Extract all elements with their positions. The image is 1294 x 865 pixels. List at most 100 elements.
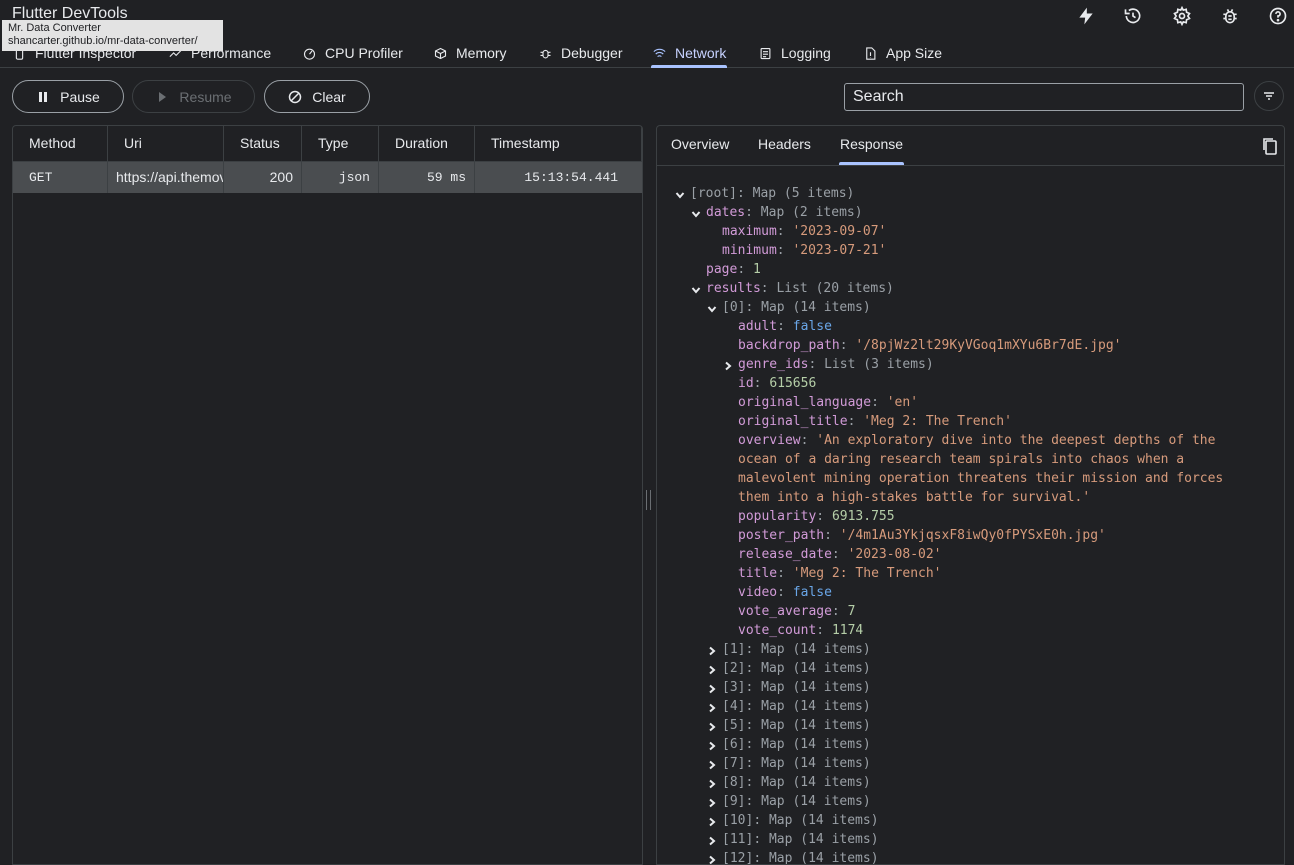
tree-node-item-11[interactable]: [11]: Map (14 items) xyxy=(722,830,879,849)
collapse-caret-icon[interactable] xyxy=(690,207,702,219)
tree-node-overview-cont: malevolent mining operation threatens th… xyxy=(738,471,1224,486)
resume-button[interactable]: Resume xyxy=(132,80,255,113)
tree-node-item-9[interactable]: [9]: Map (14 items) xyxy=(722,792,871,811)
search-input[interactable] xyxy=(844,83,1244,111)
tree-node-id: id: 615656 xyxy=(738,376,817,391)
tree-node-overview: overview: 'An exploratory dive into the … xyxy=(738,433,1216,448)
expand-caret-icon[interactable] xyxy=(706,758,718,770)
tree-node-vote-count: vote_count: 1174 xyxy=(738,623,864,638)
filter-icon xyxy=(1264,92,1274,100)
tree-node-item-1[interactable]: [1]: Map (14 items) xyxy=(722,640,871,659)
tab-network[interactable]: Network xyxy=(651,38,728,68)
tree-node-video: video: false xyxy=(738,585,832,600)
collapse-caret-icon[interactable] xyxy=(706,302,718,314)
tab-memory[interactable]: Memory xyxy=(433,38,507,68)
filter-button[interactable] xyxy=(1254,81,1284,111)
expand-caret-icon[interactable] xyxy=(706,644,718,656)
tab-logging[interactable]: Logging xyxy=(758,38,831,68)
cell-type: json xyxy=(302,162,379,193)
expand-caret-icon[interactable] xyxy=(706,682,718,694)
tree-node-poster-path: poster_path: '/4m1Au3YkjqsxF8iwQy0fPYSxE… xyxy=(738,528,1106,543)
logging-icon xyxy=(760,47,771,59)
tree-node-original-title: original_title: 'Meg 2: The Trench' xyxy=(738,414,1012,429)
expand-caret-icon[interactable] xyxy=(706,853,718,864)
tree-node-item-4[interactable]: [4]: Map (14 items) xyxy=(722,697,871,716)
cpu-profiler-icon xyxy=(303,48,316,60)
tab-app-size[interactable]: App Size xyxy=(863,38,942,68)
tree-node-dates[interactable]: dates: Map (2 items) xyxy=(706,203,863,222)
tree-node-results[interactable]: results: List (20 items) xyxy=(706,279,894,298)
tree-node-item-3[interactable]: [3]: Map (14 items) xyxy=(722,678,871,697)
debugger-icon xyxy=(540,49,551,58)
cell-status: 200 xyxy=(224,162,302,193)
requests-table: Method Uri Status Type Duration Timestam… xyxy=(12,125,643,865)
expand-caret-icon[interactable] xyxy=(706,739,718,751)
tree-node-popularity: popularity: 6913.755 xyxy=(738,509,895,524)
column-header-timestamp[interactable]: Timestamp xyxy=(475,126,642,161)
clear-button[interactable]: Clear xyxy=(264,80,370,113)
settings-icon[interactable] xyxy=(1170,4,1194,28)
tab-label: CPU Profiler xyxy=(325,45,403,61)
tree-node-item-10[interactable]: [10]: Map (14 items) xyxy=(722,811,879,830)
split-handle[interactable] xyxy=(646,490,651,510)
tree-node-maximum: maximum: '2023-09-07' xyxy=(722,224,887,239)
tooltip-url: shancarter.github.io/mr-data-converter/ xyxy=(8,35,198,47)
expand-caret-icon[interactable] xyxy=(706,796,718,808)
tab-label: App Size xyxy=(886,45,943,61)
expand-caret-icon[interactable] xyxy=(706,663,718,675)
column-header-method[interactable]: Method xyxy=(13,126,108,161)
tab-cpu-profiler[interactable]: CPU Profiler xyxy=(302,38,403,68)
tree-node-item-6[interactable]: [6]: Map (14 items) xyxy=(722,735,871,754)
tab-label: Memory xyxy=(456,45,507,61)
expand-caret-icon[interactable] xyxy=(706,834,718,846)
expand-caret-icon[interactable] xyxy=(706,815,718,827)
help-icon[interactable] xyxy=(1266,4,1290,28)
tab-overview[interactable]: Overview xyxy=(671,126,729,165)
memory-icon xyxy=(434,47,447,59)
tab-debugger[interactable]: Debugger xyxy=(538,38,623,68)
column-header-duration[interactable]: Duration xyxy=(379,126,475,161)
tab-headers[interactable]: Headers xyxy=(758,126,811,165)
tooltip-title: Mr. Data Converter xyxy=(8,22,101,34)
tab-label: Logging xyxy=(781,45,831,61)
tree-node-item-12[interactable]: [12]: Map (14 items) xyxy=(722,849,879,864)
cell-uri: https://api.themoviedb.org xyxy=(108,162,224,193)
app-size-icon xyxy=(866,46,876,60)
flash-icon[interactable] xyxy=(1074,4,1098,28)
expand-caret-icon[interactable] xyxy=(706,777,718,789)
expand-caret-icon[interactable] xyxy=(706,701,718,713)
expand-caret-icon[interactable] xyxy=(722,359,734,371)
column-header-type[interactable]: Type xyxy=(302,126,379,161)
tree-node-item-7[interactable]: [7]: Map (14 items) xyxy=(722,754,871,773)
column-header-uri[interactable]: Uri xyxy=(108,126,224,161)
copy-icon[interactable] xyxy=(1260,136,1280,156)
tree-node-genre-ids[interactable]: genre_ids: List (3 items) xyxy=(738,355,934,374)
tree-node-overview-cont: them into a high-stakes battle for survi… xyxy=(738,490,1091,505)
bug-icon[interactable] xyxy=(1218,4,1242,28)
tree-node-item-5[interactable]: [5]: Map (14 items) xyxy=(722,716,871,735)
collapse-caret-icon[interactable] xyxy=(690,283,702,295)
pause-icon xyxy=(39,91,48,102)
tree-node-root[interactable]: [root]: Map (5 items) xyxy=(690,184,854,203)
tree-node-release-date: release_date: '2023-08-02' xyxy=(738,547,942,562)
link-tooltip: Mr. Data Converter shancarter.github.io/… xyxy=(2,20,223,51)
clear-label: Clear xyxy=(312,88,346,105)
pause-button[interactable]: Pause xyxy=(12,80,124,113)
tree-node-minimum: minimum: '2023-07-21' xyxy=(722,243,887,258)
tree-node-item-0[interactable]: [0]: Map (14 items) xyxy=(722,298,871,317)
tree-node-overview-cont: ocean of a daring research team spirals … xyxy=(738,452,1185,467)
tree-node-title: title: 'Meg 2: The Trench' xyxy=(738,566,942,581)
tree-node-item-2[interactable]: [2]: Map (14 items) xyxy=(722,659,871,678)
cell-timestamp: 15:13:54.441 xyxy=(475,162,642,193)
tree-node-adult: adult: false xyxy=(738,319,832,334)
collapse-caret-icon[interactable] xyxy=(674,188,686,200)
tab-response[interactable]: Response xyxy=(839,126,905,165)
tree-node-backdrop-path: backdrop_path: '/8pjWz2lt29KyVGoq1mXYu6B… xyxy=(738,338,1122,353)
column-header-status[interactable]: Status xyxy=(224,126,302,161)
network-icon xyxy=(653,48,666,57)
tab-label: Debugger xyxy=(561,45,623,61)
history-icon[interactable] xyxy=(1121,4,1145,28)
expand-caret-icon[interactable] xyxy=(706,720,718,732)
tree-node-item-8[interactable]: [8]: Map (14 items) xyxy=(722,773,871,792)
cell-method: GET xyxy=(13,162,108,193)
